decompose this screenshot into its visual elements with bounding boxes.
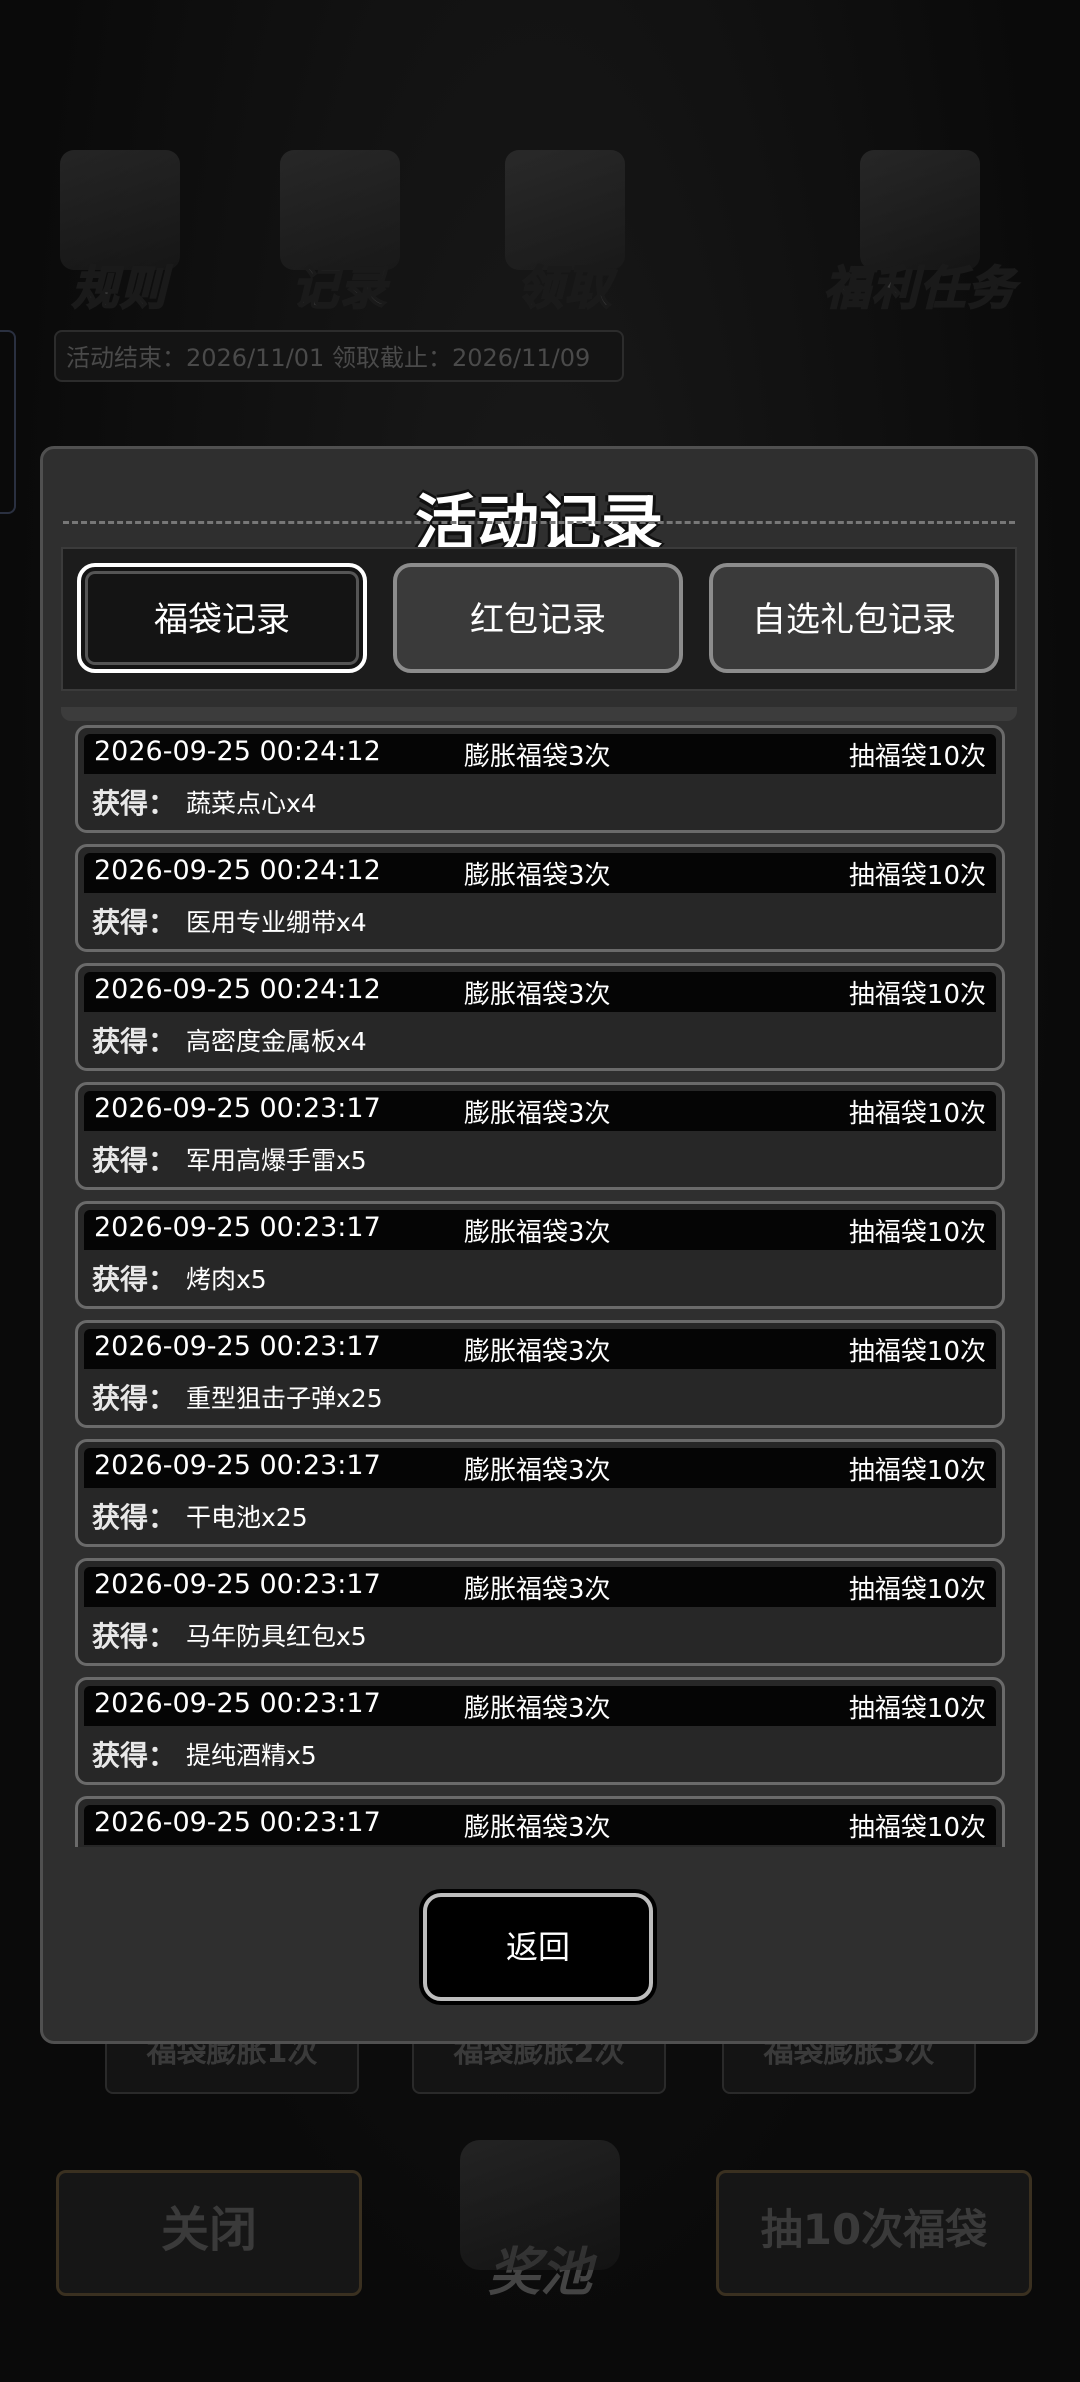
record-row: 2026-09-25 00:24:12 膨胀福袋3次 抽福袋10次获得： 医用专业绷带…	[75, 844, 1005, 952]
record-bag-type: 膨胀福袋3次	[464, 1218, 611, 1248]
record-draw-type: 抽福袋10次	[848, 1218, 986, 1248]
record-time: 2026-09-25 00:23:17	[94, 1212, 381, 1243]
draw-10-button[interactable]: 抽10次福袋	[716, 2170, 1032, 2296]
records-button[interactable]: 记录	[260, 140, 420, 320]
record-bag-type: 膨胀福袋3次	[464, 980, 611, 1010]
record-header: 2026-09-25 00:23:17 膨胀福袋3次 抽福袋10次	[84, 1448, 996, 1488]
records-label: 记录	[291, 260, 388, 316]
record-time: 2026-09-25 00:23:17	[94, 1093, 381, 1124]
record-bag-type: 膨胀福袋3次	[464, 1694, 611, 1724]
rules-label: 规则	[71, 260, 168, 316]
obtained-item: 干电池x25	[186, 1503, 308, 1532]
record-draw-type: 抽福袋10次	[848, 1337, 986, 1367]
prize-pool-button[interactable]: 奖池	[430, 2140, 650, 2340]
close-button[interactable]: 关闭	[56, 2170, 362, 2296]
record-header: 2026-09-25 00:23:17 膨胀福袋3次 抽福袋10次	[84, 1686, 996, 1726]
record-header: 2026-09-25 00:24:12 膨胀福袋3次 抽福袋10次	[84, 734, 996, 774]
obtained-label: 获得：	[92, 1739, 177, 1772]
record-row: 2026-09-25 00:24:12 膨胀福袋3次 抽福袋10次获得： 高密度金属板…	[75, 963, 1005, 1071]
record-row: 2026-09-25 00:23:17 膨胀福袋3次 抽福袋10次获得： 烤肉x5	[75, 1201, 1005, 1309]
tab-label: 福袋记录	[154, 600, 290, 640]
title-divider	[63, 521, 1015, 524]
record-bag-type: 膨胀福袋3次	[464, 742, 611, 772]
record-bag-type: 膨胀福袋3次	[464, 1099, 611, 1129]
obtained-item: 重型狙击子弹x25	[186, 1384, 383, 1413]
record-header: 2026-09-25 00:23:17 膨胀福袋3次 抽福袋10次	[84, 1567, 996, 1607]
record-time: 2026-09-25 00:23:17	[94, 1569, 381, 1600]
record-time: 2026-09-25 00:23:17	[94, 1688, 381, 1719]
activity-record-modal: 活动记录 福袋记录 红包记录 自选礼包记录 2026-09-25 00:24:1…	[40, 446, 1038, 2044]
welfare-task-button[interactable]: 福利任务	[820, 140, 1020, 320]
tab-label: 红包记录	[470, 600, 606, 640]
record-list[interactable]: 2026-09-25 00:24:12 膨胀福袋3次 抽福袋10次 获得： 蔬菜点心x4…	[61, 707, 1017, 1847]
obtained-item: 高密度金属板x4	[186, 1027, 367, 1056]
list-top-edge	[61, 707, 1017, 721]
record-draw-type: 抽福袋10次	[848, 1694, 986, 1724]
obtained-label: 获得：	[92, 906, 177, 939]
record-header: 2026-09-25 00:23:17 膨胀福袋3次 抽福袋10次	[84, 1805, 996, 1845]
record-header: 2026-09-25 00:23:17 膨胀福袋3次 抽福袋10次	[84, 1329, 996, 1369]
tab-lucky-bag-records[interactable]: 福袋记录	[77, 563, 367, 673]
record-row: 2026-09-25 00:23:17 膨胀福袋3次 抽福袋10次获得： 干电池x25	[75, 1439, 1005, 1547]
record-bag-type: 膨胀福袋3次	[464, 861, 611, 891]
record-time: 2026-09-25 00:23:17	[94, 1450, 381, 1481]
record-time: 2026-09-25 00:23:17	[94, 1331, 381, 1362]
record-time: 2026-09-25 00:24:12	[94, 855, 381, 886]
obtained-label: 获得：	[92, 1144, 177, 1177]
record-bag-type: 膨胀福袋3次	[464, 1813, 611, 1843]
obtained-item: 提纯酒精x5	[186, 1741, 317, 1770]
record-draw-type: 抽福袋10次	[848, 742, 986, 772]
record-time: 2026-09-25 00:24:12	[94, 736, 381, 767]
obtained-label: 获得：	[92, 1620, 177, 1653]
record-draw-type: 抽福袋10次	[848, 980, 986, 1010]
tab-label: 自选礼包记录	[752, 600, 956, 640]
obtained-label: 获得：	[92, 1025, 177, 1058]
obtained-item: 烤肉x5	[186, 1265, 267, 1294]
tab-optional-gift-records[interactable]: 自选礼包记录	[709, 563, 999, 673]
record-row: 2026-09-25 00:23:17 膨胀福袋3次 抽福袋10次获得： 军用高爆手雷…	[75, 1082, 1005, 1190]
record-draw-type: 抽福袋10次	[848, 1813, 986, 1843]
record-draw-type: 抽福袋10次	[848, 1575, 986, 1605]
obtained-item: 马年防具红包x5	[186, 1622, 367, 1651]
obtained-item: 医用专业绷带x4	[186, 908, 367, 937]
obtained-label: 获得：	[92, 1382, 177, 1415]
back-button[interactable]: 返回	[423, 1893, 653, 2001]
claim-label: 领取	[516, 260, 613, 316]
obtained-label: 获得：	[92, 787, 177, 820]
obtained-label: 获得：	[92, 1263, 177, 1296]
record-row: 2026-09-25 00:23:17 膨胀福袋3次 抽福袋10次获得： 马年防具红包…	[75, 1558, 1005, 1666]
record-bag-type: 膨胀福袋3次	[464, 1456, 611, 1486]
obtained-item: 蔬菜点心x4	[186, 789, 317, 818]
prize-pool-icon	[460, 2140, 620, 2270]
welfare-task-label: 福利任务	[823, 260, 1016, 316]
tab-red-packet-records[interactable]: 红包记录	[393, 563, 683, 673]
record-time: 2026-09-25 00:23:17	[94, 1807, 381, 1838]
record-header: 2026-09-25 00:24:12 膨胀福袋3次 抽福袋10次	[84, 972, 996, 1012]
claim-button[interactable]: 领取	[485, 140, 645, 320]
record-row: 2026-09-25 00:23:17膨胀福袋3次抽福袋10次获得：	[75, 1796, 1005, 1847]
obtained-item: 军用高爆手雷x5	[186, 1146, 367, 1175]
rules-button[interactable]: 规则	[40, 140, 200, 320]
record-bag-type: 膨胀福袋3次	[464, 1575, 611, 1605]
obtained-label: 获得：	[92, 1501, 177, 1534]
record-draw-type: 抽福袋10次	[848, 1099, 986, 1129]
record-header: 2026-09-25 00:24:12 膨胀福袋3次 抽福袋10次	[84, 853, 996, 893]
side-tab[interactable]	[0, 330, 16, 514]
record-draw-type: 抽福袋10次	[848, 861, 986, 891]
record-time: 2026-09-25 00:24:12	[94, 974, 381, 1005]
record-row: 2026-09-25 00:23:17 膨胀福袋3次 抽福袋10次获得： 提纯酒精x5	[75, 1677, 1005, 1785]
activity-dates: 活动结束：2026/11/01 领取截止：2026/11/09	[54, 330, 624, 382]
record-header: 2026-09-25 00:23:17 膨胀福袋3次 抽福袋10次	[84, 1091, 996, 1131]
record-draw-type: 抽福袋10次	[848, 1456, 986, 1486]
record-header: 2026-09-25 00:23:17 膨胀福袋3次 抽福袋10次	[84, 1210, 996, 1250]
record-bag-type: 膨胀福袋3次	[464, 1337, 611, 1367]
record-row: 2026-09-25 00:23:17 膨胀福袋3次 抽福袋10次获得： 重型狙击子弹…	[75, 1320, 1005, 1428]
record-row: 2026-09-25 00:24:12 膨胀福袋3次 抽福袋10次获得： 蔬菜点心x4	[75, 725, 1005, 833]
record-tabs: 福袋记录 红包记录 自选礼包记录	[61, 547, 1017, 691]
